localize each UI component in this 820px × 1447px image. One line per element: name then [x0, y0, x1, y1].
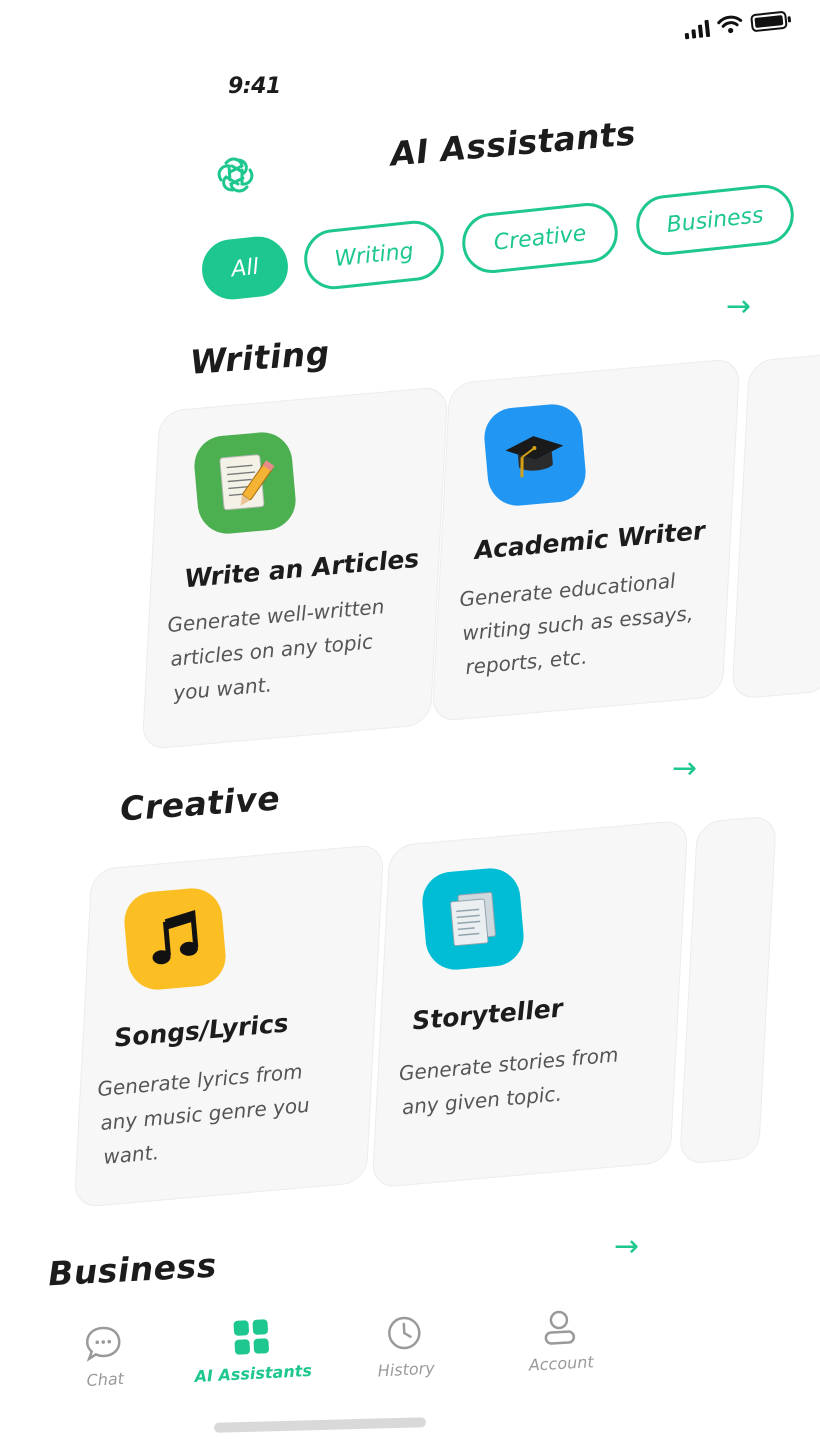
nav-item-history[interactable]: History	[368, 1312, 441, 1381]
business-see-all-arrow-icon[interactable]: →	[614, 1232, 639, 1262]
nav-label: Chat	[86, 1369, 125, 1390]
assistant-card-partial[interactable]	[679, 815, 777, 1165]
nav-label: History	[377, 1358, 436, 1381]
nav-item-account[interactable]: Account	[520, 1306, 599, 1375]
nav-label: AI Assistants	[194, 1360, 313, 1387]
filter-chips: All Writing Creative Business	[199, 181, 820, 303]
user-icon	[544, 1310, 576, 1345]
card-description: Generate educational writing such as ess…	[458, 568, 695, 680]
page-title: AI Assistants	[388, 113, 638, 174]
card-description: Generate lyrics from any music genre you…	[96, 1059, 311, 1169]
filter-chip-writing[interactable]: Writing	[301, 217, 447, 293]
status-bar: 9:41	[0, 0, 820, 120]
section-title-creative: Creative	[118, 778, 282, 829]
filter-chip-creative[interactable]: Creative	[459, 200, 621, 276]
notepad-pencil-icon	[191, 429, 299, 537]
filter-chip-all[interactable]: All	[199, 233, 291, 303]
battery-icon	[750, 10, 788, 33]
cellular-signal-icon	[683, 19, 711, 40]
nav-item-chat[interactable]: Chat	[70, 1322, 137, 1390]
grid-icon	[233, 1319, 269, 1355]
assistant-card-partial[interactable]	[731, 352, 820, 700]
section-title-business: Business	[47, 1245, 218, 1294]
wifi-icon	[717, 15, 743, 34]
creative-see-all-arrow-icon[interactable]: →	[672, 754, 697, 784]
filter-chip-business[interactable]: Business	[633, 181, 797, 259]
status-time: 9:41	[228, 74, 281, 99]
documents-icon	[419, 865, 527, 973]
card-description: Generate well-written articles on any to…	[166, 594, 386, 705]
nav-label: Account	[528, 1352, 595, 1375]
music-note-icon	[121, 885, 229, 993]
writing-see-all-arrow-icon[interactable]: →	[726, 292, 751, 322]
graduation-cap-icon	[481, 401, 589, 509]
nav-item-ai-assistants[interactable]: AI Assistants	[194, 1315, 312, 1386]
status-icons	[683, 9, 788, 40]
chat-bubble-icon	[86, 1326, 121, 1362]
clock-icon	[388, 1316, 421, 1350]
section-title-writing: Writing	[188, 333, 331, 382]
